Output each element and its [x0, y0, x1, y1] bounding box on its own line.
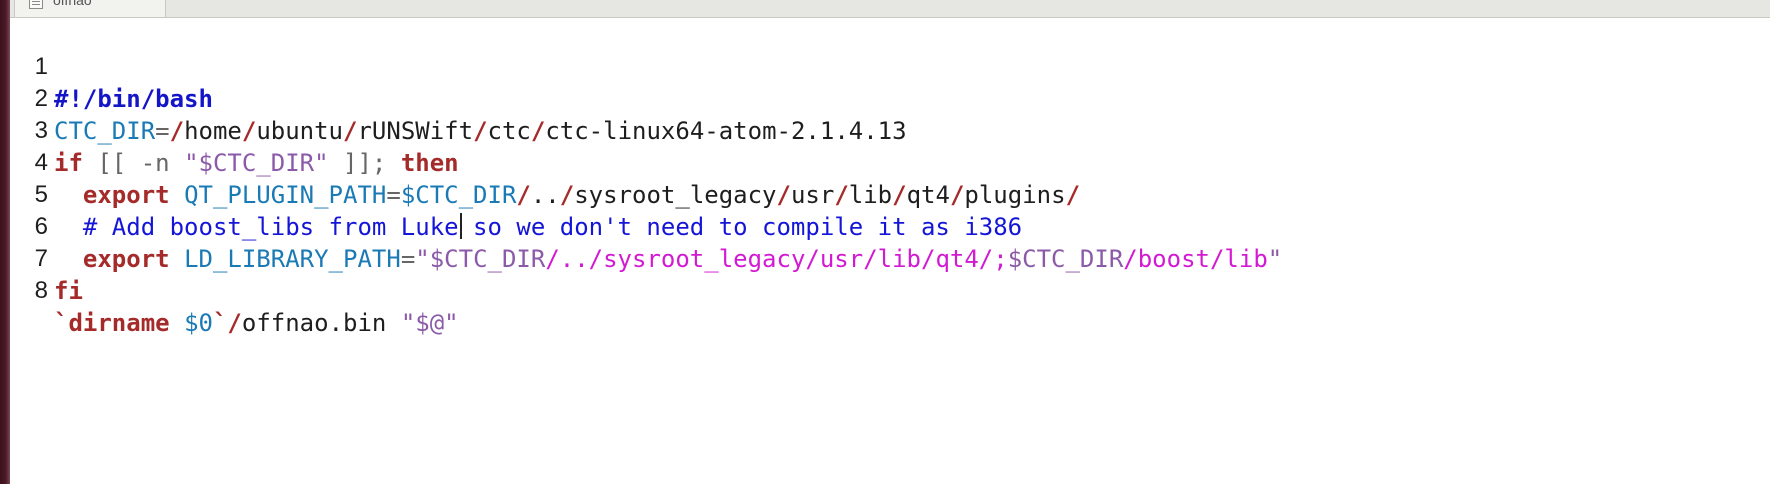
- code-line[interactable]: 4 export QT_PLUGIN_PATH=$CTC_DIR/../sysr…: [10, 115, 1770, 209]
- code-line[interactable]: 6 export LD_LIBRARY_PATH="$CTC_DIR/../sy…: [10, 179, 1770, 273]
- backtick: `: [212, 309, 228, 337]
- tab-label: offnao: [53, 0, 92, 8]
- tab-strip: offnao: [10, 0, 1770, 18]
- line-number: 8: [34, 277, 48, 304]
- string-literal: "$@": [400, 309, 459, 337]
- tab-offnao[interactable]: offnao: [14, 0, 166, 17]
- command-dirname: dirname: [68, 309, 170, 337]
- text-file-icon: [29, 0, 43, 9]
- text-editor-window: offnao 1 #!/bin/bash 2 CTC_DIR=/home/ubu…: [0, 0, 1770, 484]
- path-segment: offnao.bin: [241, 309, 401, 337]
- code-line[interactable]: 3 if [[ -n "$CTC_DIR" ]]; then: [10, 83, 1770, 177]
- variable-reference: $0: [184, 309, 213, 337]
- code-line[interactable]: 5 # Add boost_libs from Luke so we don't…: [10, 147, 1770, 241]
- backtick: `: [54, 309, 69, 337]
- code-line[interactable]: 7 fi: [10, 211, 1770, 305]
- code-line[interactable]: 1 #!/bin/bash: [10, 19, 1770, 113]
- code-line[interactable]: 2 CTC_DIR=/home/ubuntu/rUNSWift/ctc/ctc-…: [10, 51, 1770, 145]
- line-content: `dirname $0`/offnao.bin "$@": [54, 307, 459, 339]
- code-editor[interactable]: 1 #!/bin/bash 2 CTC_DIR=/home/ubuntu/rUN…: [10, 19, 1770, 484]
- code-line[interactable]: 8 `dirname $0`/offnao.bin "$@": [10, 243, 1770, 337]
- path-separator: /: [227, 309, 242, 337]
- window-left-border: [0, 0, 10, 484]
